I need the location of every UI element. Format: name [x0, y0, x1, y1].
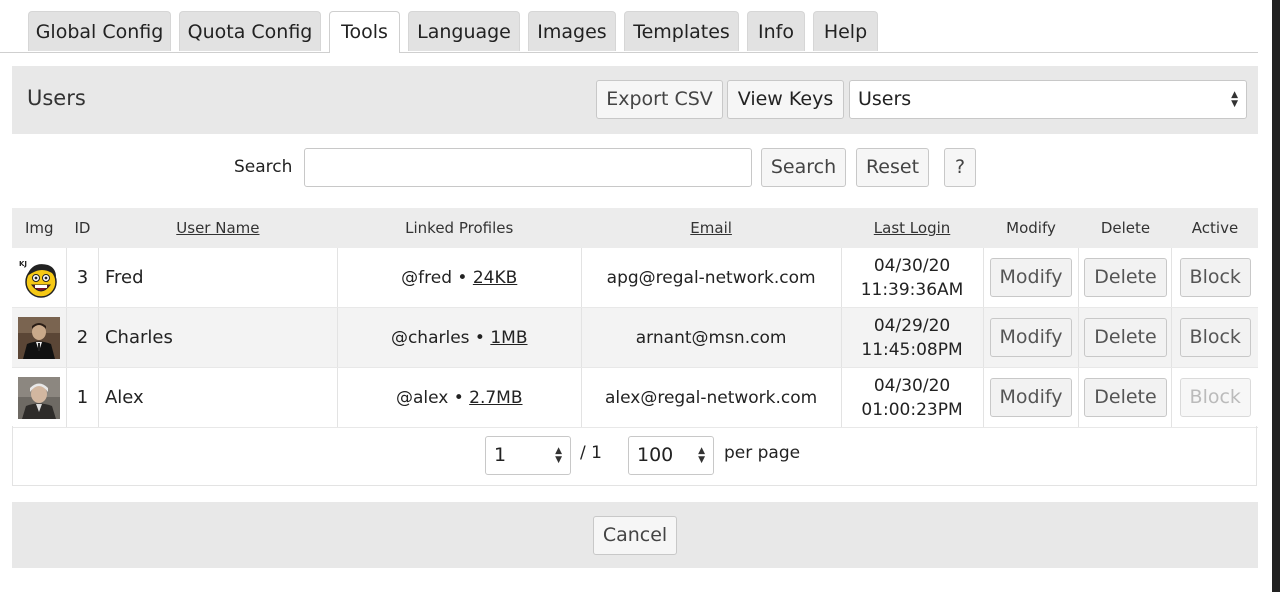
export-csv-button[interactable]: Export CSV [596, 80, 723, 119]
col-user-name[interactable]: User Name [98, 208, 338, 248]
profile-size-link[interactable]: 24KB [473, 268, 517, 288]
per-page-select-value: 100 [637, 444, 674, 466]
last-login-cell: 04/30/20 01:00:23PM [841, 367, 984, 428]
man-in-suit-avatar-icon [17, 316, 60, 359]
page-select-value: 1 [494, 444, 507, 466]
tab-global-config[interactable]: Global Config [28, 11, 171, 51]
last-login-date: 04/30/20 [873, 255, 951, 276]
col-linked-profiles: Linked Profiles [337, 208, 582, 248]
user-email: apg@regal-network.com [581, 248, 842, 308]
last-login-time: 11:45:08PM [861, 339, 963, 360]
last-login-date: 04/29/20 [873, 315, 951, 336]
col-delete: Delete [1078, 208, 1172, 248]
view-select-value: Users [858, 88, 912, 110]
last-login-time: 01:00:23PM [861, 399, 963, 420]
user-name: Fred [98, 248, 338, 308]
col-email[interactable]: Email [581, 208, 842, 248]
avatar-cell [12, 307, 67, 368]
cancel-button[interactable]: Cancel [593, 516, 677, 555]
view-select[interactable]: Users ▲ ▼ [849, 80, 1247, 119]
last-login-time: 11:39:36AM [860, 279, 964, 300]
table-row: 2 Charles @charles • 1MB arnant@msn.com … [12, 307, 1258, 368]
user-name: Charles [98, 307, 338, 368]
user-email: alex@regal-network.com [581, 367, 842, 428]
active-cell: Block [1171, 248, 1258, 308]
tab-language[interactable]: Language [408, 11, 520, 51]
profile-size-link[interactable]: 1MB [490, 328, 527, 348]
pagination-bar: 1 ▲ ▼ / 1 100 ▲ ▼ per page [12, 426, 1257, 486]
col-last-login[interactable]: Last Login [841, 208, 983, 248]
users-header-panel: Users Export CSV View Keys Users ▲ ▼ [12, 66, 1258, 134]
linked-profile-cell: @alex • 2.7MB [337, 367, 582, 428]
tab-templates[interactable]: Templates [624, 11, 739, 51]
block-button[interactable]: Block [1179, 258, 1251, 297]
gray-hair-man-avatar-icon [17, 376, 60, 419]
block-button-disabled: Block [1179, 378, 1251, 417]
col-active: Active [1171, 208, 1258, 248]
select-arrows-icon: ▲ ▼ [1231, 89, 1238, 109]
select-arrows-icon: ▲ ▼ [555, 445, 562, 465]
modify-button[interactable]: Modify [989, 318, 1073, 357]
rage-face-avatar-icon: KJ [17, 256, 60, 299]
last-login-cell: 04/30/20 11:39:36AM [841, 248, 984, 308]
block-button[interactable]: Block [1179, 318, 1251, 357]
linked-profile-handle: @fred • [401, 267, 468, 288]
delete-button[interactable]: Delete [1084, 258, 1167, 297]
last-login-date: 04/30/20 [873, 375, 951, 396]
active-cell: Block [1171, 367, 1258, 428]
per-page-label: per page [724, 443, 801, 463]
col-id: ID [66, 208, 99, 248]
modify-cell: Modify [983, 248, 1080, 308]
search-help-button[interactable]: ? [944, 148, 976, 187]
last-login-cell: 04/29/20 11:45:08PM [841, 307, 984, 368]
tab-bar: Global Config Quota Config Tools Languag… [0, 0, 1258, 53]
tab-images[interactable]: Images [528, 11, 616, 51]
table-row: KJ 3 Fred @fred • 24KB apg@regal-network… [12, 248, 1258, 308]
avatar-cell: KJ [12, 248, 67, 308]
page-select[interactable]: 1 ▲ ▼ [485, 436, 571, 475]
avatar-cell [12, 367, 67, 428]
modify-cell: Modify [983, 307, 1080, 368]
tab-quota-config[interactable]: Quota Config [179, 11, 321, 51]
search-label: Search [234, 157, 293, 177]
delete-button[interactable]: Delete [1084, 378, 1167, 417]
select-arrows-icon: ▲ ▼ [698, 445, 705, 465]
reset-button[interactable]: Reset [856, 148, 929, 187]
delete-button[interactable]: Delete [1084, 318, 1167, 357]
linked-profile-handle: @charles • [390, 327, 485, 348]
users-table: Img ID User Name Linked Profiles Email L… [12, 208, 1258, 428]
user-id: 2 [66, 307, 99, 368]
modify-button[interactable]: Modify [989, 378, 1073, 417]
page-count: / 1 [580, 443, 602, 463]
linked-profile-cell: @charles • 1MB [337, 307, 582, 368]
view-keys-button[interactable]: View Keys [727, 80, 844, 119]
active-cell: Block [1171, 307, 1258, 368]
modify-button[interactable]: Modify [989, 258, 1073, 297]
table-header-row: Img ID User Name Linked Profiles Email L… [12, 208, 1258, 248]
user-name: Alex [98, 367, 338, 428]
tab-tools[interactable]: Tools [329, 11, 400, 53]
profile-size-link[interactable]: 2.7MB [469, 388, 522, 408]
search-button[interactable]: Search [761, 148, 846, 187]
linked-profile-cell: @fred • 24KB [337, 248, 582, 308]
linked-profile-handle: @alex • [395, 387, 464, 408]
svg-text:KJ: KJ [19, 260, 27, 268]
search-input[interactable] [304, 148, 752, 187]
tab-help[interactable]: Help [813, 11, 878, 51]
delete-cell: Delete [1078, 367, 1173, 428]
delete-cell: Delete [1078, 248, 1173, 308]
user-email: arnant@msn.com [581, 307, 842, 368]
page-title: Users [27, 86, 86, 110]
tab-info[interactable]: Info [747, 11, 805, 51]
user-id: 3 [66, 248, 99, 308]
per-page-select[interactable]: 100 ▲ ▼ [628, 436, 714, 475]
table-row: 1 Alex @alex • 2.7MB alex@regal-network.… [12, 367, 1258, 428]
user-id: 1 [66, 367, 99, 428]
col-img: Img [12, 208, 67, 248]
window-scrollbar[interactable] [1272, 0, 1280, 592]
modify-cell: Modify [983, 367, 1080, 428]
delete-cell: Delete [1078, 307, 1173, 368]
col-modify: Modify [983, 208, 1079, 248]
footer-panel: Cancel [12, 502, 1258, 568]
